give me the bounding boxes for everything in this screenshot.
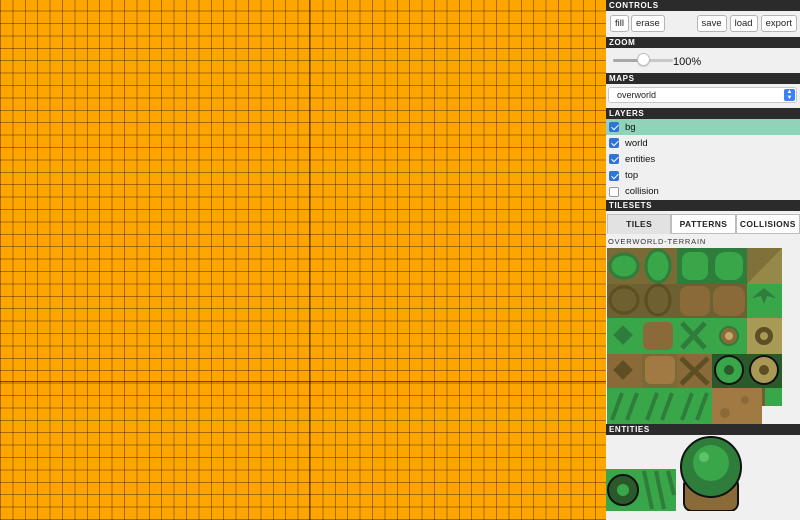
tab-collisions[interactable]: COLLISIONS bbox=[735, 214, 800, 234]
tab-patterns[interactable]: PATTERNS bbox=[671, 214, 736, 234]
layer-row-world[interactable]: world bbox=[606, 135, 800, 151]
layer-checkbox[interactable] bbox=[609, 186, 619, 197]
zoom-value: 100% bbox=[673, 56, 702, 68]
layers-header: LAYERS bbox=[606, 108, 800, 119]
tileset-tabs: TILES PATTERNS COLLISIONS bbox=[606, 214, 800, 234]
erase-button[interactable]: erase bbox=[630, 15, 665, 32]
map-select[interactable]: overworld ▲ ▼ bbox=[608, 87, 797, 103]
layer-label: collision bbox=[625, 186, 659, 198]
tileset-name: OVERWORLD-TERRAIN bbox=[608, 237, 707, 246]
map-select-value: overworld bbox=[617, 90, 657, 100]
zoom-header: ZOOM bbox=[606, 37, 800, 48]
layer-row-collision[interactable]: collision bbox=[606, 184, 800, 200]
layer-checkbox[interactable] bbox=[609, 122, 619, 133]
layer-label: top bbox=[625, 170, 639, 182]
tileset-sheet[interactable] bbox=[607, 248, 782, 424]
select-arrows-icon: ▲ ▼ bbox=[784, 89, 795, 101]
layer-row-bg[interactable]: bg bbox=[606, 119, 800, 136]
export-button[interactable]: export bbox=[760, 15, 797, 32]
zoom-section: 100% bbox=[606, 48, 800, 73]
entities-palette[interactable] bbox=[606, 435, 800, 512]
maps-section: overworld ▲ ▼ bbox=[606, 84, 800, 108]
layer-checkbox[interactable] bbox=[609, 154, 619, 165]
layer-row-top[interactable]: top bbox=[606, 168, 800, 184]
tilesets-header: TILESETS bbox=[606, 200, 800, 211]
fill-button[interactable]: fill bbox=[610, 15, 629, 32]
load-button[interactable]: load bbox=[729, 15, 758, 32]
layers-list: bg world entities top collision bbox=[606, 119, 800, 200]
layer-row-entities[interactable]: entities bbox=[606, 151, 800, 167]
layer-label: entities bbox=[625, 153, 656, 165]
zoom-slider-handle[interactable] bbox=[636, 53, 650, 66]
controls-section: fill erase save load export bbox=[606, 11, 800, 37]
layer-checkbox[interactable] bbox=[609, 138, 619, 149]
save-button[interactable]: save bbox=[696, 15, 727, 32]
map-canvas[interactable] bbox=[0, 0, 606, 520]
tab-tiles[interactable]: TILES bbox=[607, 214, 672, 234]
side-panel: CONTROLS fill erase save load export ZOO… bbox=[606, 0, 800, 520]
entities-header: ENTITIES bbox=[606, 424, 800, 435]
controls-header: CONTROLS bbox=[606, 0, 800, 11]
layer-label: world bbox=[625, 137, 648, 149]
entities-image bbox=[606, 436, 746, 512]
layer-label: bg bbox=[625, 121, 636, 133]
maps-header: MAPS bbox=[606, 73, 800, 84]
tileset-image bbox=[607, 248, 782, 424]
layer-checkbox[interactable] bbox=[609, 170, 619, 181]
